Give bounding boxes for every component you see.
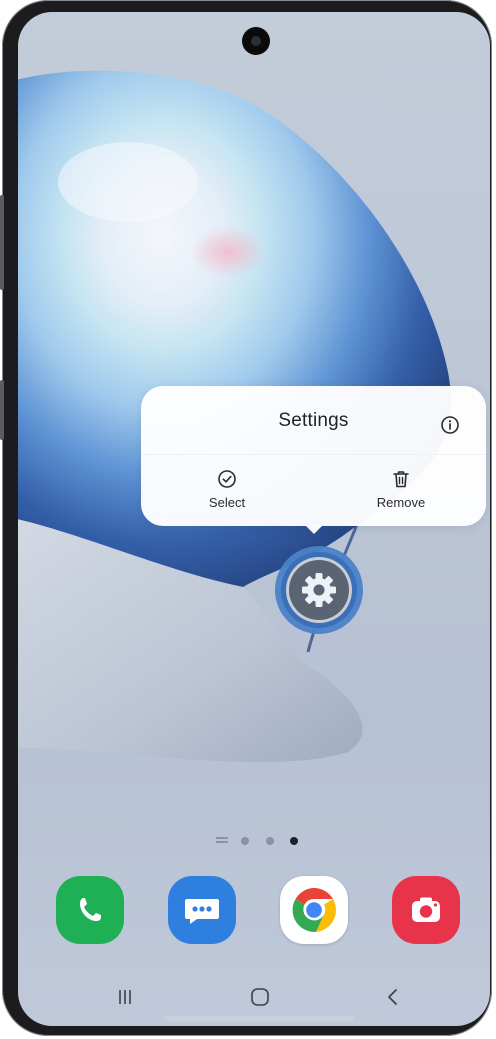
app-options-popup: Settings Select Remove (141, 386, 486, 526)
camera-icon (412, 897, 440, 922)
popup-title: Settings (278, 410, 349, 431)
front-camera (242, 27, 270, 55)
settings-gear-icon (275, 546, 363, 634)
home-button[interactable] (240, 982, 280, 1012)
back-icon (388, 989, 397, 1005)
side-key (0, 380, 4, 440)
info-icon (441, 416, 459, 434)
back-button[interactable] (373, 982, 413, 1012)
info-button[interactable] (437, 412, 463, 438)
camera-app[interactable] (392, 876, 460, 944)
volume-button (0, 195, 4, 290)
recents-button[interactable] (105, 982, 145, 1012)
page-dot (241, 837, 249, 845)
page-dot (266, 837, 274, 845)
settings-app-icon[interactable] (273, 544, 365, 636)
recents-icon (119, 990, 131, 1004)
home-icon (251, 988, 269, 1006)
gesture-bar (164, 1016, 354, 1021)
messages-icon (185, 899, 219, 924)
chrome-app[interactable] (280, 876, 348, 944)
navigation-bar (18, 972, 490, 1022)
trash-icon (393, 471, 409, 488)
remove-action[interactable]: Remove (351, 468, 451, 518)
check-circle-icon (218, 470, 236, 488)
phone-app[interactable] (56, 876, 124, 944)
phone-frame: Settings Select Remove (0, 0, 492, 1036)
home-page-indicator (216, 837, 228, 845)
popup-pointer (305, 525, 323, 534)
messages-app[interactable] (168, 876, 236, 944)
remove-label: Remove (376, 495, 426, 510)
phone-icon (80, 898, 101, 921)
select-action[interactable]: Select (177, 468, 277, 518)
page-indicator[interactable] (216, 834, 306, 848)
popup-divider (141, 454, 486, 455)
page-dot-active (290, 837, 298, 845)
select-label: Select (208, 495, 246, 510)
chrome-icon (292, 888, 336, 932)
home-screen: Settings Select Remove (18, 12, 490, 1026)
